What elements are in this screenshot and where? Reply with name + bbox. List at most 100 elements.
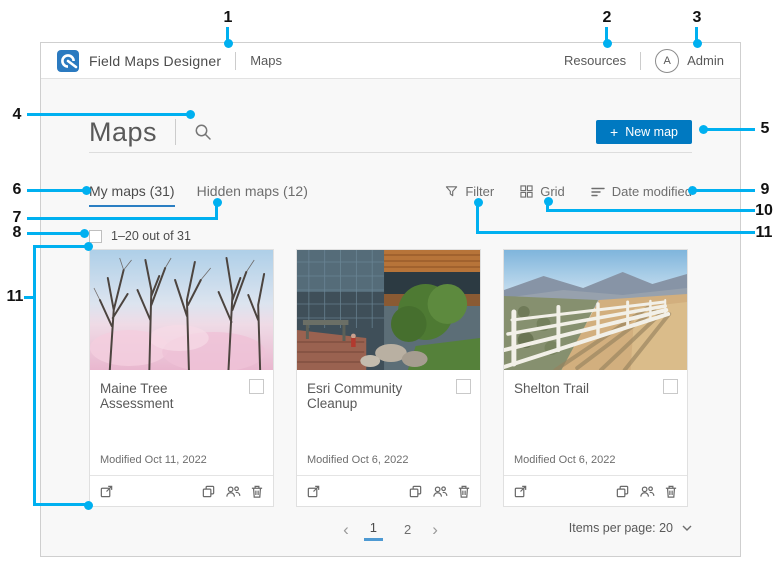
tabs: My maps (31) Hidden maps (12) bbox=[89, 183, 308, 207]
field-maps-designer-window: Field Maps Designer Maps Resources A Adm… bbox=[40, 42, 741, 557]
callout-line bbox=[33, 503, 86, 506]
callout-line bbox=[27, 189, 84, 192]
items-per-page-label: Items per page: 20 bbox=[568, 521, 673, 535]
map-title: Esri Community Cleanup bbox=[307, 381, 403, 411]
callout-dot bbox=[692, 38, 702, 48]
callout-dot bbox=[83, 500, 93, 510]
resources-link[interactable]: Resources bbox=[564, 53, 626, 68]
new-map-label: New map bbox=[625, 125, 678, 139]
card-checkbox[interactable] bbox=[663, 379, 678, 394]
card-footer bbox=[504, 475, 687, 506]
toolbar-row: My maps (31) Hidden maps (12) Filter Gri… bbox=[89, 183, 692, 207]
map-title: Maine Tree Assessment bbox=[100, 381, 174, 411]
items-per-page-select[interactable]: Items per page: 20 bbox=[569, 521, 692, 535]
callout-line bbox=[706, 128, 755, 131]
page-1-button[interactable]: 1 bbox=[363, 518, 383, 541]
page-prev-icon[interactable]: ‹ bbox=[343, 521, 349, 538]
callout-number-11-card: 11 bbox=[6, 288, 24, 305]
map-title: Shelton Trail bbox=[514, 381, 590, 396]
callout-number-11-filter: 11 bbox=[755, 224, 773, 241]
callout-dot bbox=[687, 185, 697, 195]
callout-dot bbox=[79, 228, 89, 238]
plus-icon: + bbox=[610, 124, 619, 140]
callout-line bbox=[27, 217, 218, 220]
title-row: Maps + New map bbox=[89, 79, 692, 147]
duplicate-icon[interactable] bbox=[201, 484, 216, 499]
page-next-icon[interactable]: › bbox=[432, 521, 438, 538]
callout-dot bbox=[543, 196, 553, 206]
filter-button[interactable]: Filter bbox=[445, 184, 494, 199]
username-label[interactable]: Admin bbox=[687, 53, 724, 68]
card-checkbox[interactable] bbox=[456, 379, 471, 394]
modified-date: Modified Oct 6, 2022 bbox=[307, 454, 409, 466]
delete-icon[interactable] bbox=[457, 484, 471, 499]
result-count-label: 1–20 out of 31 bbox=[111, 229, 191, 243]
nav-item-maps[interactable]: Maps bbox=[250, 53, 282, 68]
map-thumbnail-trees bbox=[90, 250, 273, 370]
card-footer bbox=[90, 475, 273, 506]
callout-line bbox=[546, 209, 755, 212]
callout-line bbox=[476, 231, 755, 234]
callout-number-4: 4 bbox=[12, 106, 22, 123]
grid-view-button[interactable]: Grid bbox=[520, 184, 565, 199]
card-body: Shelton Trail bbox=[504, 370, 687, 454]
callout-number-8: 8 bbox=[12, 224, 22, 241]
callout-line bbox=[695, 189, 755, 192]
share-group-icon[interactable] bbox=[432, 484, 448, 499]
tab-my-maps[interactable]: My maps (31) bbox=[89, 183, 175, 207]
header-divider bbox=[640, 51, 642, 70]
app-title: Field Maps Designer bbox=[89, 52, 222, 69]
card-checkbox[interactable] bbox=[249, 379, 264, 394]
header-divider bbox=[235, 51, 237, 70]
callout-dot bbox=[212, 197, 222, 207]
open-map-icon[interactable] bbox=[513, 484, 528, 499]
open-map-icon[interactable] bbox=[306, 484, 321, 499]
callout-line bbox=[33, 245, 36, 506]
callout-dot bbox=[602, 38, 612, 48]
filter-funnel-icon bbox=[446, 186, 458, 197]
share-group-icon[interactable] bbox=[639, 484, 655, 499]
screenshot-canvas: Field Maps Designer Maps Resources A Adm… bbox=[0, 0, 781, 562]
delete-icon[interactable] bbox=[250, 484, 264, 499]
map-thumbnail-campus bbox=[297, 250, 480, 370]
callout-number-9: 9 bbox=[760, 181, 770, 198]
filter-label: Filter bbox=[465, 184, 495, 199]
esri-logo-icon bbox=[57, 49, 79, 72]
callout-line bbox=[27, 232, 82, 235]
grid-label: Grid bbox=[540, 184, 565, 199]
chevron-down-icon bbox=[682, 525, 692, 531]
map-card-shelton-trail[interactable]: Shelton Trail Modified Oct 6, 2022 bbox=[503, 249, 688, 507]
callout-dot bbox=[81, 185, 91, 195]
app-body: Maps + New map My maps (31) Hidden maps … bbox=[41, 79, 740, 556]
grid-icon bbox=[520, 185, 533, 198]
header-right: Resources A Admin bbox=[564, 48, 724, 73]
select-all-checkbox[interactable] bbox=[89, 229, 102, 243]
page-title: Maps bbox=[89, 117, 158, 147]
map-card-esri-community-cleanup[interactable]: Esri Community Cleanup Modified Oct 6, 2… bbox=[296, 249, 481, 507]
title-rule bbox=[89, 152, 692, 153]
callout-dot bbox=[698, 124, 708, 134]
modified-date: Modified Oct 6, 2022 bbox=[514, 454, 616, 466]
map-card-maine-tree-assessment[interactable]: Maine Tree Assessment Modified Oct 11, 2… bbox=[89, 249, 274, 507]
callout-dot bbox=[185, 109, 195, 119]
share-group-icon[interactable] bbox=[225, 484, 241, 499]
callout-line bbox=[476, 202, 479, 234]
callout-dot bbox=[83, 241, 93, 251]
callout-dot bbox=[473, 197, 483, 207]
callout-line bbox=[27, 113, 189, 116]
new-map-button[interactable]: + New map bbox=[596, 120, 692, 144]
duplicate-icon[interactable] bbox=[615, 484, 630, 499]
delete-icon[interactable] bbox=[664, 484, 678, 499]
callout-number-5: 5 bbox=[760, 120, 770, 137]
bottom-row: ‹ 1 2 › Items per page: 20 bbox=[41, 518, 740, 542]
sort-button[interactable]: Date modified bbox=[591, 184, 692, 199]
search-icon[interactable] bbox=[194, 123, 212, 141]
open-map-icon[interactable] bbox=[99, 484, 114, 499]
page-2-button[interactable]: 2 bbox=[398, 520, 417, 540]
callout-dot bbox=[223, 38, 233, 48]
card-body: Esri Community Cleanup bbox=[297, 370, 480, 454]
callout-number-3: 3 bbox=[692, 9, 702, 26]
card-footer bbox=[297, 475, 480, 506]
duplicate-icon[interactable] bbox=[408, 484, 423, 499]
user-avatar[interactable]: A bbox=[655, 48, 680, 73]
